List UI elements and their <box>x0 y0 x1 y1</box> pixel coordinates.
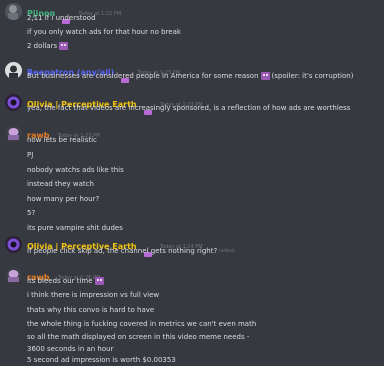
message-line: so all the math displayed on screen in t… <box>27 333 250 341</box>
message-text: If people click skip ad, the channel get… <box>27 247 218 255</box>
message-line: now lets be realistic <box>27 136 97 144</box>
message-line: if you only watch ads for that hour no b… <box>27 28 181 36</box>
message-line: nobody watchs ads like this <box>27 166 124 174</box>
beepatron-avatar-icon <box>5 62 22 79</box>
message-line: 3600 seconds in an hour <box>27 345 114 353</box>
message-line: the whole thing is fucking covered in me… <box>27 320 257 328</box>
message-text: (spoiler: it's corruption) <box>271 72 354 80</box>
edited-label: (edited) <box>219 248 235 253</box>
message-line: thats why this convo is hard to have <box>27 306 155 314</box>
olivia-avatar-icon <box>5 94 22 111</box>
avatar[interactable] <box>5 267 22 284</box>
message-line: i think there is impression vs full view <box>27 291 160 299</box>
olivia-avatar-icon <box>5 236 22 253</box>
avatar[interactable] <box>5 3 22 20</box>
rawb-avatar-icon <box>5 125 22 142</box>
pjinon-avatar-icon <box>5 3 22 20</box>
avatar[interactable] <box>5 236 22 253</box>
avatar[interactable] <box>5 125 22 142</box>
message-line: 5 second ad impression is worth $0.00353 <box>27 356 176 364</box>
message-line: PJ <box>27 151 34 159</box>
message-line: instead they watch <box>27 180 94 188</box>
message-line: yea, the fact that videos are increasing… <box>27 104 351 112</box>
emoji-icon[interactable] <box>59 42 69 50</box>
avatar[interactable] <box>5 62 22 79</box>
message-line: If people click skip ad, the channel get… <box>27 246 235 256</box>
rawb-avatar-icon <box>5 267 22 284</box>
message-line: But businesses are considered people in … <box>27 71 353 81</box>
emoji-icon[interactable] <box>260 72 270 80</box>
message-line: 2,11 if i understood <box>27 14 96 22</box>
message-line: how many per hour? <box>27 195 100 203</box>
emoji-icon[interactable] <box>94 277 104 285</box>
message-line: its pure vampire shit dudes <box>27 224 123 232</box>
message-line: 5? <box>27 209 36 217</box>
message-text: its bleeds our time <box>27 277 93 285</box>
message-line: its bleeds our time <box>27 276 104 286</box>
message-text: 2 dollars <box>27 42 58 50</box>
avatar[interactable] <box>5 94 22 111</box>
message-text: But businesses are considered people in … <box>27 72 259 80</box>
message-line: 2 dollars <box>27 41 69 51</box>
